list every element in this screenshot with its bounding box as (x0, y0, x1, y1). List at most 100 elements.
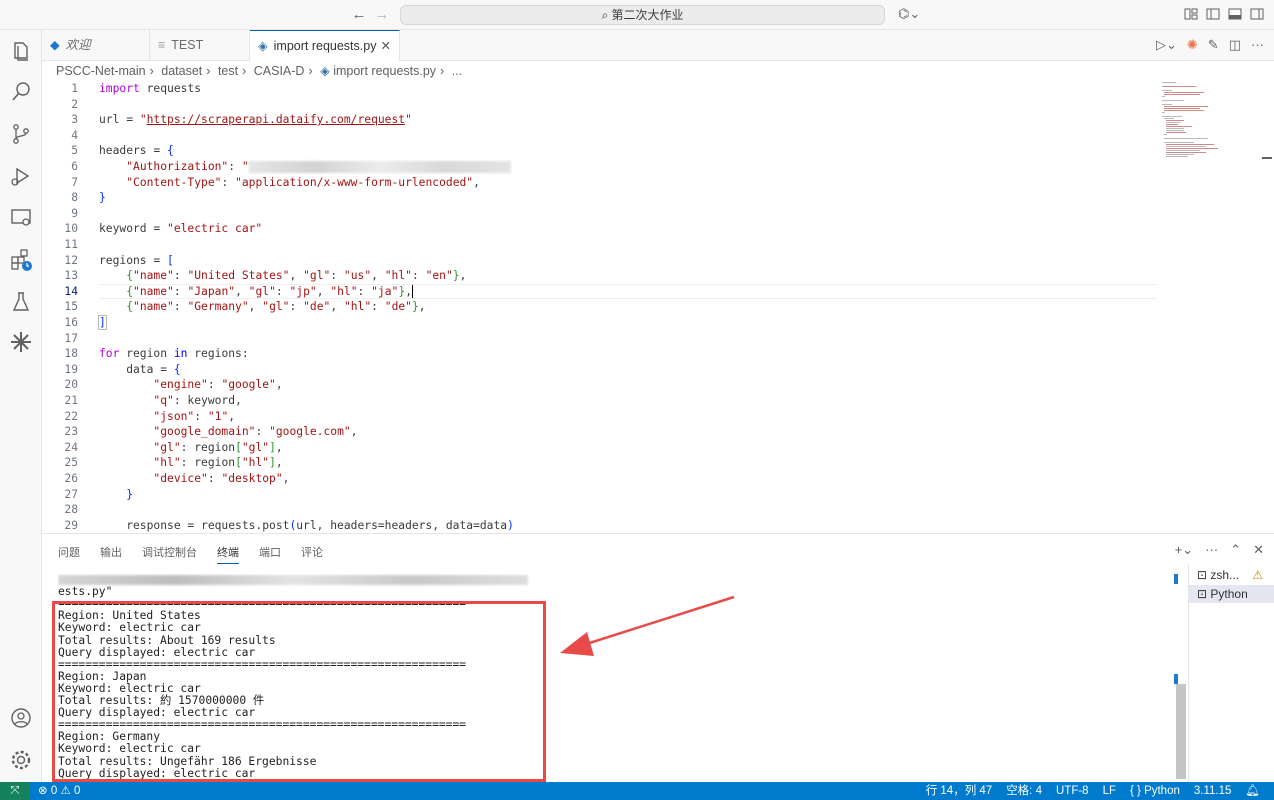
remote-indicator-icon[interactable]: ⤧ (0, 782, 30, 800)
tab-test[interactable]: ≡ TEST (150, 30, 250, 61)
terminal-list: ⊡ zsh... ⚠ ⊡ Python (1188, 564, 1274, 783)
language-mode[interactable]: { } Python (1130, 782, 1180, 800)
forward-arrow-icon[interactable]: → (373, 6, 391, 24)
redacted-token (248, 161, 511, 173)
tab-output[interactable]: 输出 (100, 544, 122, 564)
line-number: 1 (71, 82, 78, 95)
terminal-label: zsh... (1210, 568, 1240, 582)
terminal-label: Python (1210, 587, 1248, 601)
title-bar: ← → ⌕ 第二次大作业 ⌬⌄ (0, 0, 1274, 30)
tab-problems[interactable]: 问题 (58, 544, 80, 564)
indentation[interactable]: 空格: 4 (1006, 782, 1042, 800)
customize-layout-icon[interactable] (1184, 7, 1198, 21)
code-line: response = requests.post(url, headers=he… (99, 518, 514, 532)
line-number: 14 (64, 284, 78, 298)
search-icon: ⌕ (601, 8, 612, 22)
terminal-list-item[interactable]: ⊡ zsh... ⚠ (1197, 566, 1263, 584)
code-line: "q": keyword, (153, 394, 242, 407)
breadcrumb-item[interactable]: PSCC-Net-main (56, 64, 146, 78)
breadcrumb-item[interactable]: test (218, 64, 238, 78)
line-number: 29 (64, 518, 78, 532)
line-number: 17 (64, 331, 78, 345)
problems-status[interactable]: ⊗ 0 ⚠ 0 (38, 782, 80, 800)
breadcrumb-item[interactable]: CASIA-D (254, 64, 305, 78)
breadcrumb-item[interactable]: ... (452, 64, 462, 78)
claude-code-icon[interactable]: ✺ (1187, 38, 1198, 52)
scroll-thumb[interactable] (1176, 684, 1186, 779)
code-line: } (99, 191, 106, 205)
tab-import-requests[interactable]: ◈ import requests.py ✕ (250, 30, 400, 61)
close-panel-icon[interactable]: ✕ (1253, 542, 1264, 558)
source-control-icon[interactable] (9, 122, 33, 146)
terminal-scrollbar[interactable] (1174, 564, 1186, 783)
maximize-panel-icon[interactable]: ⌃ (1230, 542, 1241, 558)
line-number: 26 (64, 472, 78, 485)
status-bar: ⤧ ⊗ 0 ⚠ 0 行 14，列 47 空格: 4 UTF-8 LF { } P… (0, 782, 1274, 800)
tab-ports[interactable]: 端口 (259, 544, 281, 564)
line-number: 7 (71, 175, 78, 189)
search-icon[interactable] (9, 80, 33, 104)
line-number: 9 (71, 206, 78, 220)
encoding[interactable]: UTF-8 (1056, 782, 1089, 800)
line-number: 11 (64, 238, 78, 251)
end-of-line[interactable]: LF (1103, 782, 1116, 800)
code-line: for region in regions: (99, 347, 249, 361)
scroll-marker (1174, 574, 1178, 584)
line-number: 16 (64, 316, 78, 329)
settings-gear-icon[interactable] (9, 748, 33, 772)
terminal-icon: ⊡ (1197, 568, 1211, 582)
text-cursor (412, 285, 413, 299)
claude-spark-icon[interactable] (9, 330, 33, 354)
new-terminal-icon[interactable]: +⌄ (1175, 542, 1193, 558)
extensions-icon[interactable] (9, 248, 33, 272)
remote-explorer-icon[interactable] (9, 206, 33, 230)
redacted-path (58, 575, 528, 585)
run-python-file-icon[interactable]: ▷⌄ (1156, 38, 1177, 52)
close-icon[interactable]: ✕ (381, 31, 391, 62)
command-center-search[interactable]: ⌕ 第二次大作业 (400, 5, 885, 25)
highlight-box (52, 601, 546, 782)
warning-icon: ⚠ (1252, 568, 1264, 582)
back-arrow-icon[interactable]: ← (350, 6, 368, 24)
more-actions-icon[interactable]: ··· (1251, 38, 1264, 52)
code-line: url = "https://scraperapi.dataify.com/re… (99, 113, 412, 127)
edit-pencil-icon[interactable]: ✎ (1208, 38, 1219, 52)
toggle-primary-sidebar-icon[interactable] (1206, 7, 1220, 21)
editor-actions: ▷⌄ ✺ ✎ ◫ ··· (1156, 38, 1264, 52)
code-line: } (126, 487, 134, 501)
more-actions-icon[interactable]: ··· (1205, 542, 1218, 558)
line-number: 13 (64, 269, 78, 283)
split-editor-icon[interactable]: ◫ (1229, 38, 1241, 52)
run-debug-icon[interactable] (9, 164, 33, 188)
notifications-bell-icon[interactable]: 🔔︎ (1245, 782, 1260, 800)
explorer-icon[interactable] (9, 40, 33, 64)
line-number: 25 (64, 456, 78, 470)
line-number: 23 (64, 425, 78, 439)
account-icon[interactable] (9, 706, 33, 730)
code-line: "gl": region["gl"], (153, 440, 283, 454)
terminal-list-item[interactable]: ⊡ Python (1189, 585, 1274, 603)
tab-label: 欢迎 (65, 38, 91, 52)
warning-count: 0 (73, 785, 81, 797)
code-editor[interactable]: 1 import requests 2 3 url = "https://scrap… (42, 81, 1274, 533)
tab-welcome[interactable]: ◆ 欢迎 (42, 30, 150, 61)
minimap-slider[interactable] (1262, 157, 1272, 159)
cursor-position[interactable]: 行 14，列 47 (926, 782, 992, 800)
copilot-icon[interactable]: ⌬⌄ (898, 6, 920, 22)
breadcrumb-item[interactable]: import requests.py (333, 64, 436, 78)
toggle-secondary-sidebar-icon[interactable] (1250, 7, 1264, 21)
python-interpreter[interactable]: 3.11.15 (1194, 782, 1232, 800)
minimap[interactable] (1160, 81, 1260, 181)
tab-terminal[interactable]: 终端 (217, 544, 239, 564)
tab-comments[interactable]: 评论 (301, 544, 323, 564)
breadcrumb-item[interactable]: dataset (161, 64, 202, 78)
tab-debug-console[interactable]: 调试控制台 (142, 544, 197, 564)
vscode-logo-icon: ◆ (50, 38, 60, 52)
testing-flask-icon[interactable] (9, 290, 33, 314)
tab-label: TEST (171, 38, 204, 52)
code-line: {"name": "United States", "gl": "us", "h… (126, 269, 467, 283)
line-number: 18 (64, 347, 78, 361)
toggle-panel-icon[interactable] (1228, 7, 1242, 21)
error-icon: ⊗ (38, 785, 48, 797)
line-number: 3 (71, 113, 78, 127)
